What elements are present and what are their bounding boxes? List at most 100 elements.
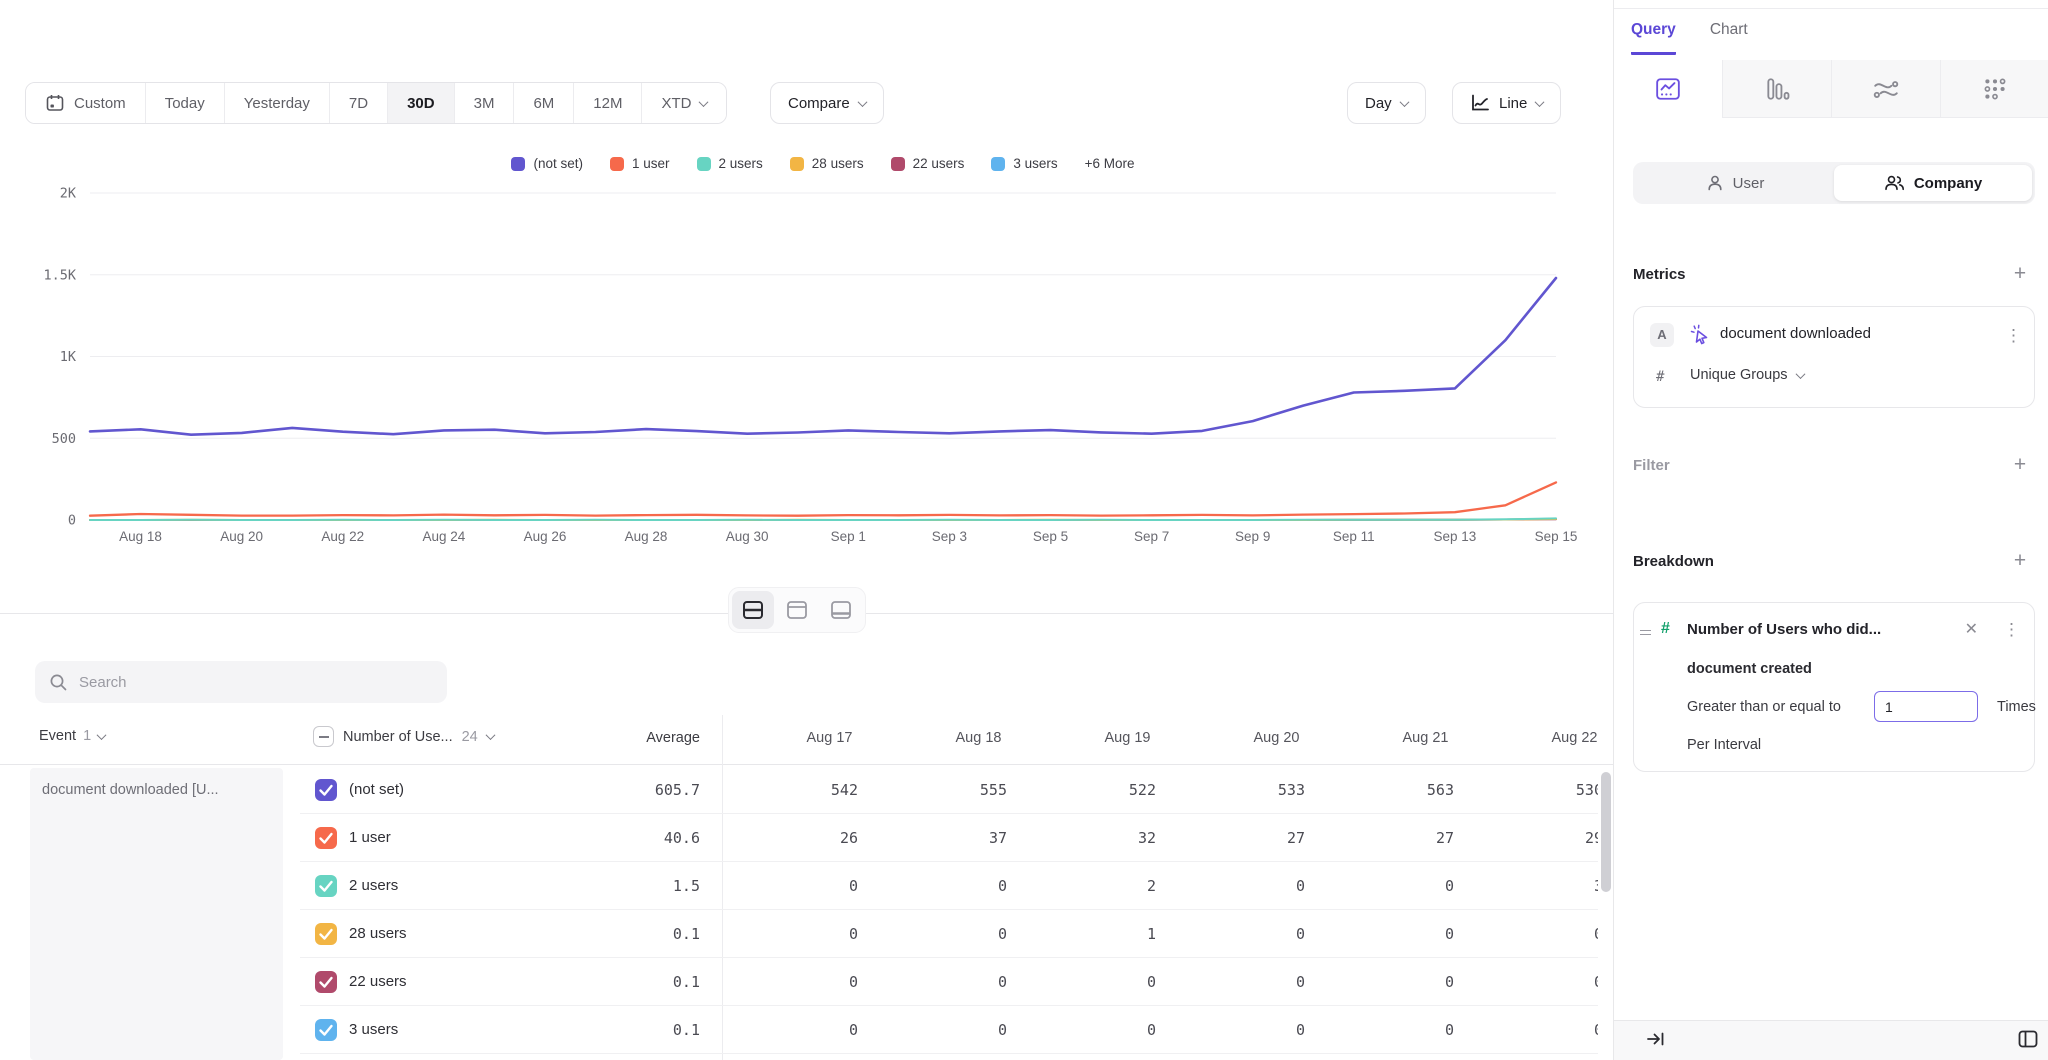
tab-chart[interactable]: Chart — [1710, 9, 1748, 55]
query-sidebar: Query Chart User Company Metrics + A doc… — [1613, 0, 2048, 1060]
breakdown-menu-button[interactable]: ⋮ — [2003, 621, 2020, 638]
condition-label: Greater than or equal to — [1687, 699, 1841, 715]
row-value-cell: 0 — [1351, 910, 1500, 958]
row-checkbox--not-set-[interactable] — [315, 779, 337, 801]
add-breakdown-button[interactable]: + — [2008, 549, 2032, 573]
table-scrollbar[interactable] — [1601, 772, 1611, 892]
row-value-cell: 27 — [1351, 814, 1500, 862]
range-button-custom[interactable]: Custom — [26, 83, 146, 123]
row-label: (not set) — [349, 766, 404, 814]
row-checkbox-3-users[interactable] — [315, 1019, 337, 1041]
date-range-group: Custom Today Yesterday 7D 30D 3M 6M12MXTD — [25, 82, 727, 124]
chart-type-tab-line-chart[interactable] — [1614, 60, 1722, 118]
row-value-cell: 0 — [904, 910, 1053, 958]
split-view-icon — [742, 600, 764, 620]
close-icon[interactable]: ✕ — [1965, 619, 1978, 639]
date-column-header: Aug 19 — [1053, 730, 1202, 746]
range-label: 3M — [474, 95, 495, 112]
row-value-cell: 0 — [1351, 1006, 1500, 1054]
event-list-item[interactable]: document downloaded [U... — [30, 768, 283, 812]
scope-option-company[interactable]: Company — [1834, 165, 2032, 201]
range-button-7d[interactable]: 7D — [330, 83, 388, 123]
table-row-3-users: 3 users0.1000000 — [300, 1006, 1598, 1054]
user-icon — [1706, 174, 1724, 192]
layout-chart-only-button[interactable] — [776, 591, 818, 629]
drag-handle-icon[interactable] — [1640, 627, 1652, 638]
chevron-down-icon — [857, 97, 867, 107]
line-chart-icon — [1655, 77, 1681, 101]
metric-badge: A — [1650, 323, 1674, 347]
breakdown-heading: Breakdown — [1633, 553, 1714, 570]
range-button-xtd[interactable]: XTD — [642, 83, 726, 123]
compare-button[interactable]: Compare — [770, 82, 884, 124]
interval-label: Day — [1365, 95, 1392, 112]
event-column-header[interactable]: Event 1 — [39, 728, 105, 744]
range-button-12m[interactable]: 12M — [574, 83, 642, 123]
range-button-6m[interactable]: 6M — [514, 83, 574, 123]
interval-dropdown[interactable]: Day — [1347, 82, 1426, 124]
row-value-cell: 0 — [1500, 910, 1598, 958]
range-label: Today — [165, 95, 205, 112]
date-column-header: Aug 20 — [1202, 730, 1351, 746]
x-axis-tick: Sep 13 — [1433, 529, 1476, 544]
number-property-icon: # — [1661, 620, 1670, 638]
x-axis-tick: Sep 9 — [1235, 529, 1270, 544]
x-axis-tick: Aug 30 — [726, 529, 769, 544]
search-input[interactable] — [79, 674, 433, 691]
x-axis-tick: Aug 28 — [625, 529, 668, 544]
chevron-down-icon — [97, 730, 107, 740]
row-checkbox-28-users[interactable] — [315, 923, 337, 945]
row-checkbox-1-user[interactable] — [315, 827, 337, 849]
date-column-header: Aug 21 — [1351, 730, 1500, 746]
chart-type-tab-flow-chart[interactable] — [1831, 60, 1940, 118]
row-value-cell: 0 — [904, 1006, 1053, 1054]
row-average: 0.1 — [550, 910, 700, 958]
sidebar-bottom-bar — [1614, 1020, 2048, 1060]
chart-type-dropdown[interactable]: Line — [1452, 82, 1561, 124]
chevron-down-icon — [1399, 97, 1409, 107]
x-axis-tick: Sep 7 — [1134, 529, 1169, 544]
scope-option-user[interactable]: User — [1636, 165, 1834, 201]
metric-event-name: document downloaded — [1720, 325, 1871, 342]
add-filter-button[interactable]: + — [2008, 453, 2032, 477]
row-value-cell: 555 — [904, 766, 1053, 814]
metric-card[interactable]: A document downloaded ⋮ # Unique Groups — [1633, 306, 2035, 408]
metric-menu-button[interactable]: ⋮ — [2005, 327, 2022, 344]
select-all-checkbox[interactable] — [313, 726, 334, 747]
add-metric-button[interactable]: + — [2008, 262, 2032, 286]
condition-value-input[interactable] — [1874, 691, 1978, 722]
series-line-2-users — [90, 518, 1556, 520]
event-count: 1 — [83, 728, 91, 744]
row-values: 000000 — [755, 1006, 1598, 1054]
table-header: Event 1 Number of Use... 24 Average Aug … — [0, 715, 1613, 765]
row-value-cell: 0 — [755, 958, 904, 1006]
x-axis-tick: Aug 22 — [321, 529, 364, 544]
row-value-cell: 2 — [1053, 862, 1202, 910]
measure-dropdown[interactable]: Unique Groups — [1690, 367, 1804, 383]
layout-table-only-button[interactable] — [820, 591, 862, 629]
row-checkbox-2-users[interactable] — [315, 875, 337, 897]
condition-suffix: Times — [1997, 699, 2036, 715]
search-icon — [49, 673, 68, 692]
chart-type-tab-scatter-grid[interactable] — [1940, 60, 2048, 118]
row-checkbox-22-users[interactable] — [315, 971, 337, 993]
collapse-sidebar-icon[interactable] — [1646, 1030, 1666, 1051]
row-label: 2 users — [349, 862, 398, 910]
table-body: (not set)605.75425555225335635301 user40… — [300, 766, 1598, 1054]
tab-query[interactable]: Query — [1631, 9, 1676, 55]
x-axis-tick: Sep 1 — [831, 529, 866, 544]
range-button-3m[interactable]: 3M — [455, 83, 515, 123]
layout-split-view-button[interactable] — [732, 591, 774, 629]
range-button-yesterday[interactable]: Yesterday — [225, 83, 330, 123]
x-axis-tick: Aug 24 — [422, 529, 465, 544]
chart-type-label: Line — [1499, 95, 1527, 112]
range-label: 7D — [349, 95, 368, 112]
range-button-today[interactable]: Today — [146, 83, 225, 123]
range-button-30d[interactable]: 30D — [388, 83, 455, 123]
row-value-cell: 0 — [904, 958, 1053, 1006]
row-label: 22 users — [349, 958, 407, 1006]
panel-layout-icon[interactable] — [2017, 1029, 2039, 1052]
table-row-28-users: 28 users0.1001000 — [300, 910, 1598, 958]
chart-type-tab-bar-chart[interactable] — [1722, 60, 1831, 118]
scope-company-label: Company — [1914, 175, 1982, 192]
